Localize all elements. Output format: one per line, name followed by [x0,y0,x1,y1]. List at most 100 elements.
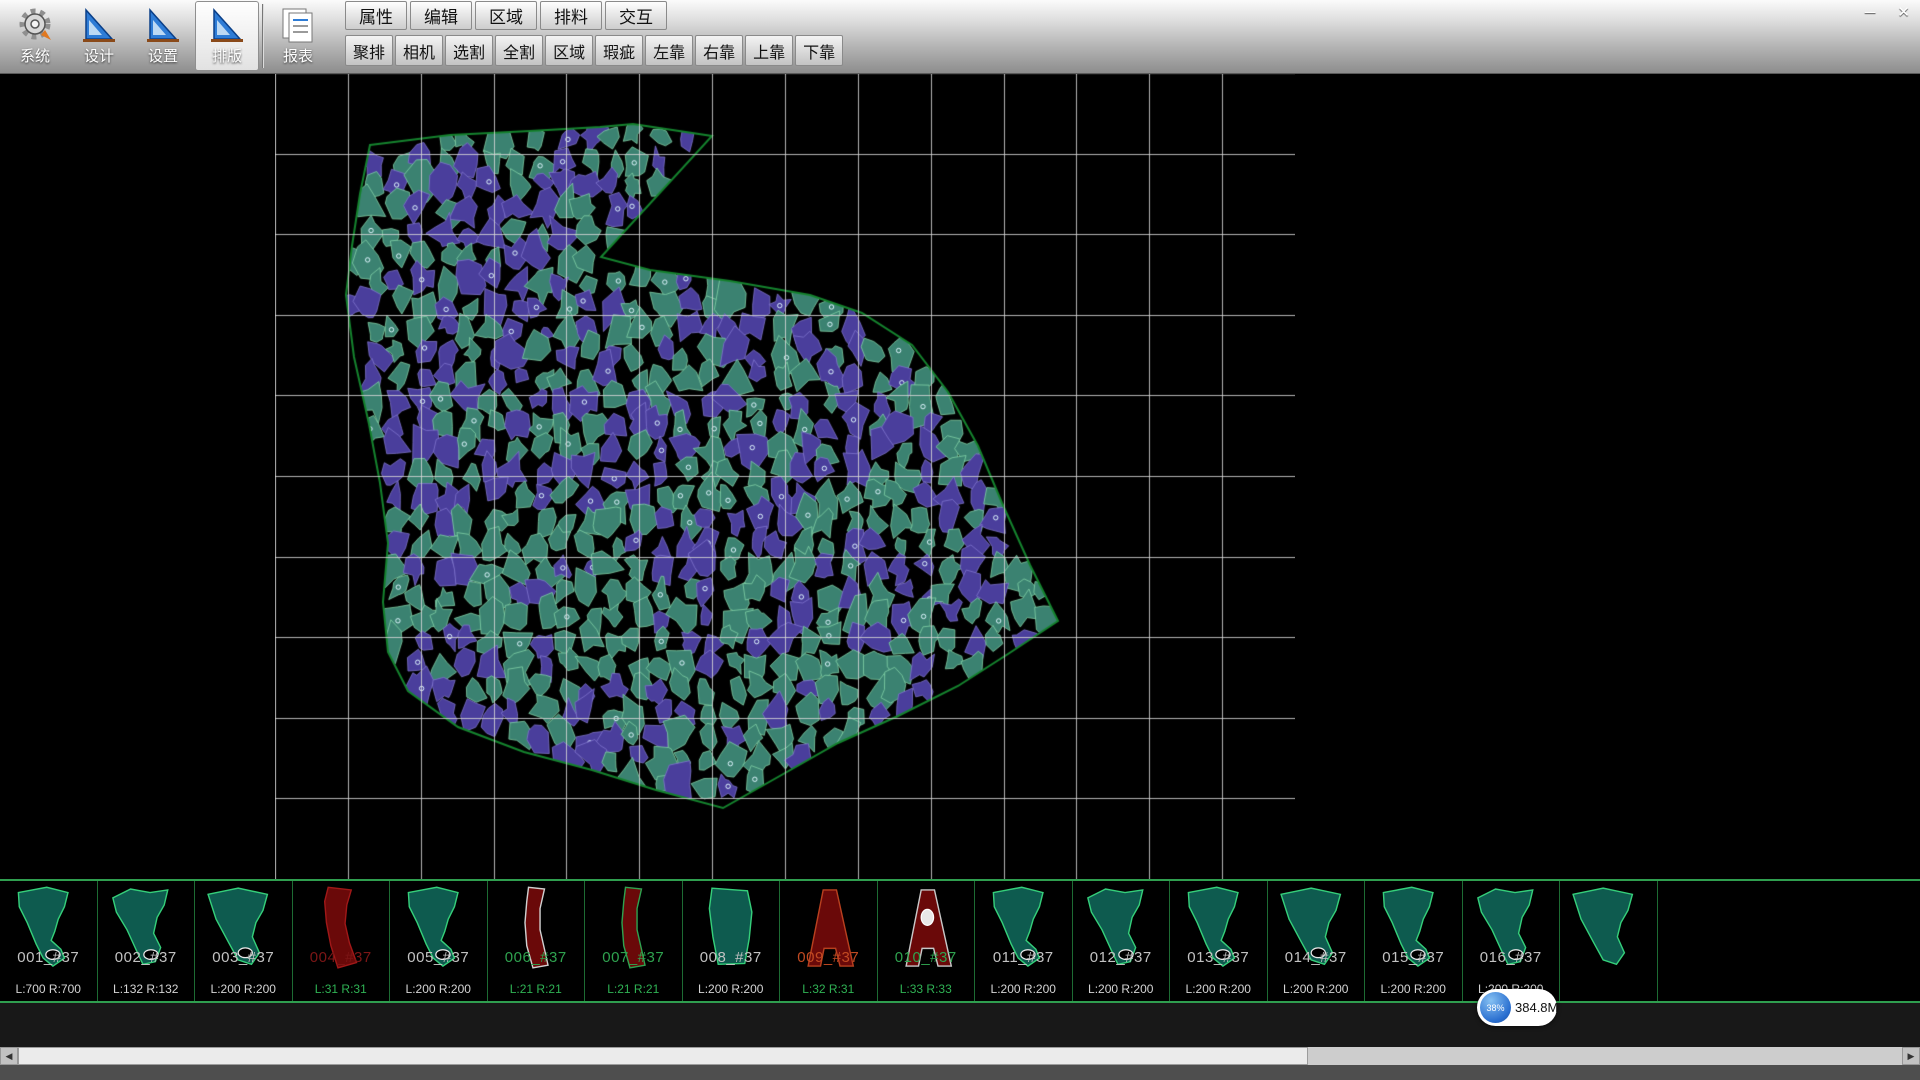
app-label: 排版 [212,47,242,67]
menu-tab-4[interactable]: 排料 [540,1,602,30]
toolbar-separator [262,4,263,68]
part-name: 006_#37 [488,949,585,966]
part-thumbnail-013_#37[interactable]: 013_#37 L:200 R:200 [1170,881,1268,1001]
part-counts: L:32 R:31 [780,982,877,996]
app-label: 设置 [148,47,178,67]
part-thumbnail-extra-17[interactable] [1560,881,1658,1001]
tool-button-3[interactable]: 选割 [445,35,493,66]
tool-button-6[interactable]: 瑕疵 [595,35,643,66]
part-counts: L:200 R:200 [390,982,487,996]
app-bar: 系统 设计 设置 排版 报表 [3,1,330,71]
part-thumbnail-016_#37[interactable]: 016_#37L:200 R:200 [1463,881,1561,1001]
memory-status: 38% 384.8M [1477,989,1557,1026]
part-thumbnail-001_#37[interactable]: 001_#37 L:700 R:700 [0,881,98,1001]
menu-tab-5[interactable]: 交互 [605,1,667,30]
app-label: 系统 [20,47,50,67]
scroll-left-arrow-icon[interactable]: ◀ [0,1047,18,1065]
part-counts: L:200 R:200 [1365,982,1462,996]
part-thumbnail-012_#37[interactable]: 012_#37 L:200 R:200 [1073,881,1171,1001]
close-button[interactable]: ✕ [1894,3,1913,21]
part-counts: L:21 R:21 [488,982,585,996]
part-thumbnail-009_#37[interactable]: 009_#37 L:32 R:31 [780,881,878,1001]
part-name: 002_#37 [98,949,195,966]
part-name: 015_#37 [1365,949,1462,966]
app-button-2[interactable]: 设计 [67,1,131,71]
part-thumbnail-003_#37[interactable]: 003_#37 L:200 R:200 [195,881,293,1001]
part-counts: L:200 R:200 [195,982,292,996]
progress-percent: 38% [1486,1003,1504,1013]
part-thumbnail-014_#37[interactable]: 014_#37 L:200 R:200 [1268,881,1366,1001]
part-name: 003_#37 [195,949,292,966]
part-counts: L:200 R:200 [1073,982,1170,996]
part-name: 005_#37 [390,949,487,966]
part-name: 004_#37 [293,949,390,966]
part-counts: L:21 R:21 [585,982,682,996]
part-counts: L:200 R:200 [975,982,1072,996]
part-name: 012_#37 [1073,949,1170,966]
part-thumbnail-006_#37[interactable]: 006_#37 L:21 R:21 [488,881,586,1001]
settings-icon [141,3,185,47]
design-icon [77,3,121,47]
report-icon [276,3,320,47]
part-counts: L:200 R:200 [1170,982,1267,996]
part-name: 013_#37 [1170,949,1267,966]
app-label: 报表 [283,47,313,67]
parts-strip: 001_#37L:700 R:700002_#37L:132 R:132003_… [0,879,1920,1003]
menu-tab-3[interactable]: 区域 [475,1,537,30]
tool-button-5[interactable]: 区域 [545,35,593,66]
menu-tab-1[interactable]: 属性 [345,1,407,30]
part-thumbnail-005_#37[interactable]: 005_#37 L:200 R:200 [390,881,488,1001]
tool-button-7[interactable]: 左靠 [645,35,693,66]
tool-button-2[interactable]: 相机 [395,35,443,66]
menu-tab-2[interactable]: 编辑 [410,1,472,30]
app-button-1[interactable]: 系统 [3,1,67,71]
app-label: 设计 [84,47,114,67]
part-thumbnail-004_#37[interactable]: 004_#37 L:31 R:31 [293,881,391,1001]
part-counts: L:33 R:33 [878,982,975,996]
status-band [0,1003,1920,1047]
part-thumbnail-008_#37[interactable]: 008_#37 L:200 R:200 [683,881,781,1001]
scroll-right-arrow-icon[interactable]: ▶ [1902,1047,1920,1065]
part-thumbnail-015_#37[interactable]: 015_#37 L:200 R:200 [1365,881,1463,1001]
menu-tab-row: 属性编辑区域排料交互 [345,1,667,30]
part-counts: L:200 R:200 [1268,982,1365,996]
tool-button-9[interactable]: 上靠 [745,35,793,66]
scrollbar-thumb[interactable] [18,1047,1308,1065]
part-thumbnail-002_#37[interactable]: 002_#37 L:132 R:132 [98,881,196,1001]
workspace [0,73,1920,879]
minimize-button[interactable]: ─ [1862,3,1879,21]
app-button-5[interactable]: 报表 [266,1,330,71]
part-name: 008_#37 [683,949,780,966]
part-thumbnail-011_#37[interactable]: 011_#37 L:200 R:200 [975,881,1073,1001]
part-counts: L:700 R:700 [0,982,97,996]
horizontal-scrollbar[interactable]: ◀ ▶ [0,1047,1920,1065]
progress-circle: 38% [1480,992,1511,1023]
tool-button-8[interactable]: 右靠 [695,35,743,66]
window-controls: ─ ✕ [1862,3,1913,21]
tool-button-1[interactable]: 聚排 [345,35,393,66]
part-counts: L:132 R:132 [98,982,195,996]
part-thumbnail-010_#37[interactable]: 010_#37 L:33 R:33 [878,881,976,1001]
nesting-canvas[interactable] [275,73,1295,879]
app-button-3[interactable]: 设置 [131,1,195,71]
tool-button-4[interactable]: 全割 [495,35,543,66]
nesting-icon [205,3,249,47]
part-name: 007_#37 [585,949,682,966]
part-name: 001_#37 [0,949,97,966]
part-name: 016_#37 [1463,949,1560,966]
part-name: 010_#37 [878,949,975,966]
app-button-4[interactable]: 排版 [195,1,259,71]
gear-icon [13,3,57,47]
part-name: 009_#37 [780,949,877,966]
part-name: 014_#37 [1268,949,1365,966]
part-name: 011_#37 [975,949,1072,966]
part-counts: L:31 R:31 [293,982,390,996]
bottom-band [0,1065,1920,1080]
tool-button-10[interactable]: 下靠 [795,35,843,66]
memory-value: 384.8M [1515,1000,1558,1015]
part-counts: L:200 R:200 [683,982,780,996]
ribbon-toolbar: 系统设计设置排版报表 属性编辑区域排料交互 聚排相机选割全割区域瑕疵左靠右靠上靠… [0,0,1920,74]
tool-button-row: 聚排相机选割全割区域瑕疵左靠右靠上靠下靠 [345,35,843,66]
part-shape-icon [1566,883,1651,973]
part-thumbnail-007_#37[interactable]: 007_#37 L:21 R:21 [585,881,683,1001]
